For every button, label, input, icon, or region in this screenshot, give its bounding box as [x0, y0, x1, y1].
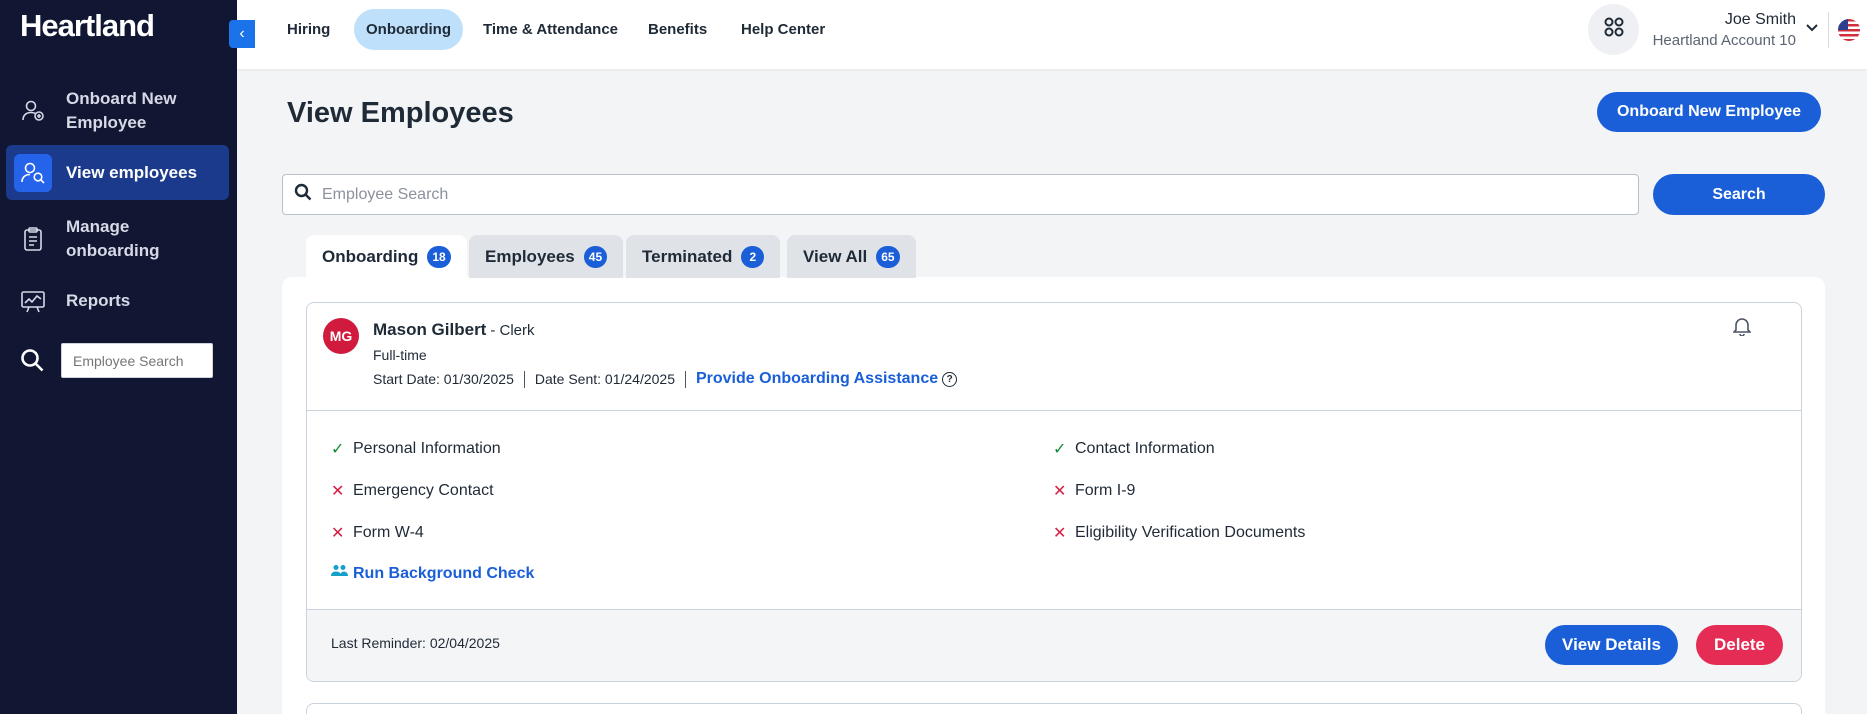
task-label: Personal Information: [353, 440, 501, 457]
sidebar-item-label: View employees: [66, 162, 198, 182]
us-flag-icon[interactable]: [1838, 19, 1860, 41]
task-label: Form I-9: [1075, 482, 1136, 499]
tab-view-all[interactable]: View All 65: [787, 235, 916, 278]
x-icon: ✕: [331, 525, 345, 542]
user-name[interactable]: Joe Smith: [1680, 11, 1796, 29]
user-add-icon: [14, 92, 52, 130]
clipboard-icon: [14, 220, 52, 258]
user-account[interactable]: Heartland Account 10: [1640, 32, 1796, 49]
brand-logo[interactable]: Heartland: [20, 8, 155, 44]
task-personal-information: ✓ Personal Information: [331, 439, 501, 459]
x-icon: ✕: [331, 483, 345, 500]
tab-terminated[interactable]: Terminated 2: [626, 235, 781, 278]
tab-label: Terminated: [642, 246, 733, 266]
chevron-down-icon[interactable]: [1805, 20, 1819, 39]
divider: [1828, 12, 1829, 48]
divider: [307, 410, 1801, 411]
topnav-help-center[interactable]: Help Center: [729, 9, 837, 50]
search-button[interactable]: Search: [1653, 174, 1825, 215]
task-form-w4: ✕ Form W-4: [331, 523, 424, 543]
employee-role: - Clerk: [490, 322, 535, 339]
apps-grid-icon: [1603, 16, 1625, 43]
sidebar-item-reports[interactable]: Reports: [6, 281, 229, 321]
x-icon: ✕: [1053, 483, 1067, 500]
x-icon: ✕: [1053, 525, 1067, 542]
topnav-onboarding[interactable]: Onboarding: [354, 9, 463, 50]
employee-search-input[interactable]: [322, 185, 1602, 204]
task-contact-information: ✓ Contact Information: [1053, 439, 1215, 459]
task-form-i9: ✕ Form I-9: [1053, 481, 1135, 501]
chart-board-icon: [14, 282, 52, 320]
page-title: View Employees: [287, 97, 514, 129]
last-reminder: Last Reminder: 02/04/2025: [331, 635, 500, 651]
check-icon: ✓: [331, 441, 345, 458]
employee-dates: Start Date: 01/30/2025 Date Sent: 01/24/…: [373, 370, 958, 388]
topnav-benefits[interactable]: Benefits: [636, 9, 719, 50]
divider: [684, 370, 686, 388]
sidebar-item-label: Manage onboarding: [66, 217, 160, 260]
task-label: Eligibility Verification Documents: [1075, 524, 1306, 541]
employee-card: MG Mason Gilbert - Clerk Full-time Start …: [306, 302, 1802, 682]
employee-card: [306, 703, 1802, 714]
employee-search-box: [282, 174, 1639, 215]
card-footer: Last Reminder: 02/04/2025 View Details D…: [307, 609, 1801, 681]
run-background-check-link[interactable]: Run Background Check: [331, 564, 534, 583]
link-label: Run Background Check: [353, 564, 535, 582]
check-icon: ✓: [1053, 441, 1067, 458]
task-label: Form W-4: [353, 524, 424, 541]
help-icon[interactable]: ?: [942, 371, 958, 387]
tab-employees[interactable]: Employees 45: [469, 235, 624, 278]
count-badge: 18: [427, 245, 451, 268]
avatar: MG: [323, 318, 359, 354]
task-emergency-contact: ✕ Emergency Contact: [331, 481, 494, 501]
count-badge: 2: [741, 245, 765, 268]
onboard-new-employee-button[interactable]: Onboard New Employee: [1597, 92, 1821, 132]
delete-button[interactable]: Delete: [1696, 625, 1783, 665]
bell-icon[interactable]: [1732, 316, 1752, 341]
count-badge: 65: [876, 245, 900, 268]
topnav-hiring[interactable]: Hiring: [275, 9, 342, 50]
divider: [523, 370, 525, 388]
sidebar-search-input[interactable]: [61, 343, 213, 378]
tab-label: View All: [803, 246, 868, 266]
employment-type: Full-time: [373, 347, 427, 363]
tab-label: Employees: [485, 246, 575, 266]
provide-onboarding-assistance-link[interactable]: Provide Onboarding Assistance: [696, 370, 938, 388]
employee-name: Mason Gilbert - Clerk: [373, 320, 535, 340]
tab-label: Onboarding: [322, 246, 419, 266]
people-icon: [331, 564, 353, 583]
tab-onboarding[interactable]: Onboarding 18: [306, 235, 467, 278]
view-details-button[interactable]: View Details: [1545, 625, 1678, 665]
employee-name-text: Mason Gilbert: [373, 320, 487, 339]
start-date: Start Date: 01/30/2025: [373, 371, 514, 387]
search-icon: [20, 348, 45, 378]
task-eligibility-verification: ✕ Eligibility Verification Documents: [1053, 523, 1305, 543]
sidebar-item-view-employees[interactable]: View employees: [6, 145, 229, 200]
task-label: Emergency Contact: [353, 482, 494, 499]
sidebar-item-label: Onboard New Employee: [66, 89, 177, 132]
chevron-left-icon: ‹: [239, 25, 245, 42]
sidebar-item-label: Reports: [66, 291, 131, 310]
search-icon: [294, 183, 312, 206]
sidebar-item-manage-onboarding[interactable]: Manage onboarding: [6, 212, 229, 266]
task-label: Contact Information: [1075, 440, 1215, 457]
user-search-icon: [14, 153, 52, 192]
sidebar: Heartland Onboard New Employee View empl…: [0, 0, 237, 714]
topnav-time-attendance[interactable]: Time & Attendance: [471, 9, 630, 50]
date-sent: Date Sent: 01/24/2025: [534, 371, 675, 387]
collapse-sidebar-button[interactable]: ‹: [229, 20, 255, 48]
count-badge: 45: [583, 245, 608, 268]
sidebar-item-onboard-new-employee[interactable]: Onboard New Employee: [6, 84, 229, 138]
apps-button[interactable]: [1588, 4, 1639, 55]
